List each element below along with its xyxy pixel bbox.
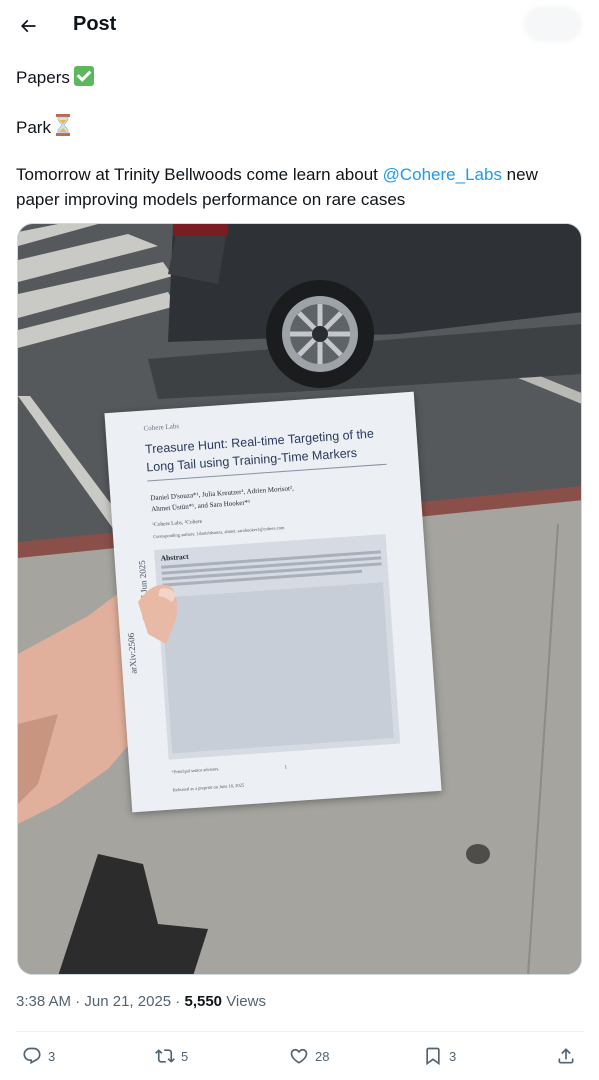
views-count: 5,550	[184, 993, 223, 1010]
paper-footnote: *Principal senior advisors.	[171, 766, 220, 775]
repost-icon	[155, 1049, 175, 1063]
arrow-left-icon	[20, 19, 36, 33]
meta-separator: ·	[71, 993, 85, 1010]
header-action-placeholder	[524, 6, 582, 42]
check-mark-emoji-icon	[73, 66, 94, 86]
divider	[16, 1031, 584, 1032]
share-icon	[558, 1048, 574, 1064]
post-line-papers-text: Papers	[16, 68, 70, 87]
post-meta: 3:38 AM · Jun 21, 2025 · 5,550 Views	[16, 993, 266, 1010]
heart-icon	[290, 1048, 308, 1064]
repost-button[interactable]: 5	[155, 1040, 188, 1072]
meta-separator: ·	[171, 993, 185, 1010]
post-time[interactable]: 3:38 AM	[16, 993, 71, 1010]
like-count: 28	[315, 1048, 330, 1064]
post-body-text-start: Tomorrow at Trinity Bellwoods come learn…	[16, 165, 383, 184]
back-button[interactable]	[8, 6, 48, 46]
reply-button[interactable]: 3	[22, 1040, 55, 1072]
paper-release-note: Released as a preprint on June 18, 2025	[172, 782, 245, 793]
car-taillight	[173, 224, 228, 236]
like-button[interactable]: 28	[289, 1040, 329, 1072]
post-line-park-text: Park	[16, 118, 51, 137]
page-title: Post	[73, 13, 117, 35]
repost-count: 5	[181, 1048, 189, 1064]
paper-org: Cohere Labs	[143, 422, 180, 433]
top-bar: Post	[0, 0, 599, 53]
share-button[interactable]	[556, 1040, 576, 1072]
paper-redacted-block	[161, 582, 394, 754]
paper-sheet: Cohere Labs Treasure Hunt: Real-time Tar…	[104, 391, 442, 813]
post-body: Tomorrow at Trinity Bellwoods come learn…	[16, 162, 576, 212]
paper-arxiv-id: arXiv:2506	[125, 632, 139, 675]
gum-stain	[466, 844, 490, 864]
reply-icon	[23, 1047, 41, 1065]
bookmark-button[interactable]: 3	[423, 1040, 456, 1072]
post-photo[interactable]: Cohere Labs Treasure Hunt: Real-time Tar…	[17, 223, 582, 975]
post-date[interactable]: Jun 21, 2025	[84, 993, 171, 1010]
paper-side-date: CL] 17 Jun 2025	[136, 559, 151, 622]
bookmark-icon	[426, 1047, 440, 1066]
views-label: Views	[222, 993, 266, 1010]
action-bar: 3 5 28 3	[0, 1040, 599, 1072]
paper-affiliations: ¹Cohere Labs, ²Cohere	[152, 518, 203, 529]
mention-link[interactable]: @Cohere_Labs	[383, 165, 502, 184]
paper-corresponding: Corresponding authors: {danieldsouza, ah…	[152, 525, 285, 540]
bookmark-count: 3	[449, 1048, 457, 1064]
paper-abstract-heading: Abstract	[160, 551, 189, 563]
paper-abstract-box: Abstract	[154, 533, 401, 760]
post-line-papers: Papers	[16, 66, 94, 90]
hourglass-emoji-icon	[55, 114, 70, 136]
reply-count: 3	[48, 1048, 56, 1064]
paper-page-number: 1	[284, 765, 288, 771]
post-line-park: Park	[16, 114, 71, 140]
